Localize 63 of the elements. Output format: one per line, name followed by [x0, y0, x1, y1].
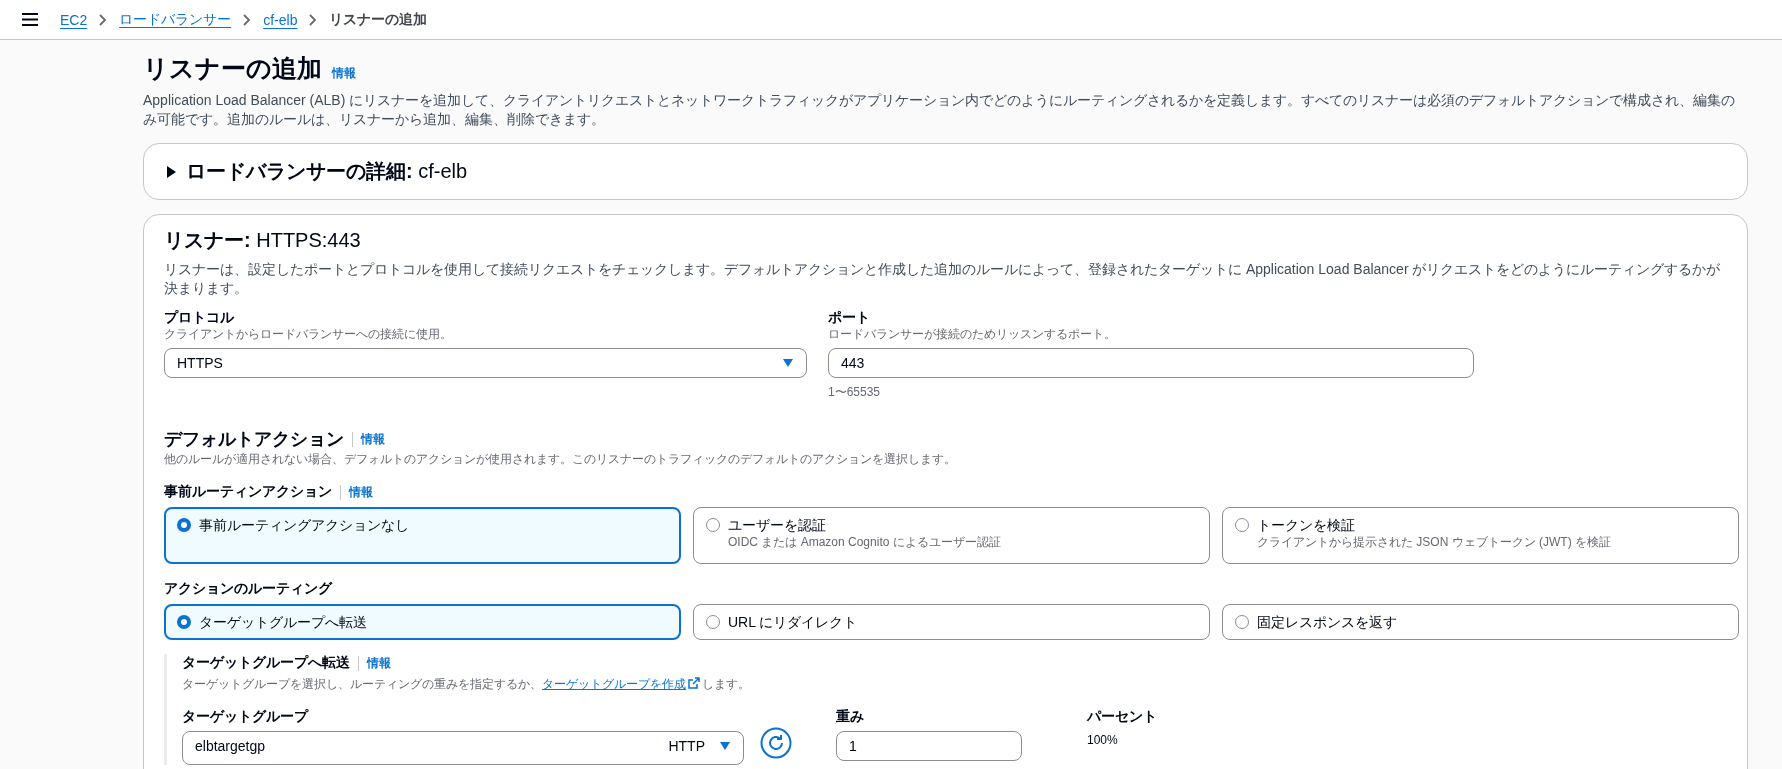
section-description: 他のルールが適用されない場合、デフォルトのアクションが使用されます。このリスナーのトラフィックのデフォルトのアクションを選択します。	[164, 451, 957, 467]
chevron-right-icon	[243, 13, 252, 26]
field-label: 事前ルーティンアクション	[164, 483, 332, 501]
radio-button[interactable]	[706, 518, 720, 532]
protocol-select[interactable]: HTTPS	[164, 348, 807, 378]
option-description: OIDC または Amazon Cognito によるユーザー認証	[728, 534, 1001, 550]
radio-button[interactable]	[1235, 518, 1249, 532]
create-target-group-link[interactable]: ターゲットグループを作成	[542, 677, 702, 691]
option-label: トークンを検証	[1257, 516, 1356, 534]
external-link-icon	[688, 677, 700, 689]
subsection-description: ターゲットグループを選択し、ルーティングの重みを指定するか、ターゲットグループを作成 します。	[182, 676, 751, 693]
listener-description: リスナーは、設定したポートとプロトコルを使用して接続リクエストをチェックします。デフォルトアクションと作成した追加のルールによって、登録されたターゲットに Application Load Balancer がリクエストをどのようにルーティングするかが決まります。	[164, 260, 1722, 298]
chevron-right-icon	[309, 13, 318, 26]
radio-button[interactable]	[177, 615, 191, 629]
details-heading: ロードバランサーの詳細: cf-elb	[186, 159, 468, 184]
weight-input[interactable]: 1	[836, 731, 1022, 761]
field-label: ポート	[828, 308, 871, 326]
breadcrumb-link[interactable]: EC2	[60, 11, 88, 28]
field-label: 重み	[836, 707, 865, 725]
listener-heading: リスナー: HTTPS:443	[164, 228, 362, 253]
radio-button[interactable]	[177, 518, 191, 532]
option-label: ユーザーを認証	[728, 516, 827, 534]
radio-option-card[interactable]: 事前ルーティングアクションなし	[164, 507, 681, 564]
chevron-right-icon	[99, 13, 108, 26]
refresh-icon[interactable]	[760, 727, 792, 759]
option-label: URL にリダイレクト	[728, 613, 858, 631]
caret-icon	[166, 165, 176, 178]
section-heading: デフォルトアクション	[164, 428, 344, 451]
page-description: Application Load Balancer (ALB) にリスナーを追加して、クライアントリクエストとネットワークトラフィックがアプリケーション内でどのようにルーティングされるかを定義します。すべてのリスナーは必須のデフォルトアクションで構成され、編集のみ可能です。追加のルールは、リスナーから追加、編集、削除できます。	[143, 91, 1737, 129]
info-link[interactable]: 情報	[349, 483, 373, 501]
radio-option-card[interactable]: ターゲットグループへ転送	[164, 604, 681, 640]
breadcrumb-link[interactable]: ロードバランサー	[119, 10, 232, 29]
breadcrumb-link[interactable]: cf-elb	[263, 11, 298, 28]
info-link[interactable]: 情報	[367, 654, 391, 672]
option-label: 固定レスポンスを返す	[1257, 613, 1397, 631]
option-description: クライアントから提示された JSON ウェブトークン (JWT) を検証	[1257, 534, 1611, 550]
field-label: プロトコル	[164, 308, 235, 326]
field-label: パーセント	[1087, 707, 1157, 725]
percent-value: 100%	[1087, 733, 1119, 747]
menu-icon[interactable]	[22, 13, 38, 26]
radio-option-card[interactable]: ユーザーを認証 OIDC または Amazon Cognito によるユーザー認証	[693, 507, 1210, 564]
field-label: アクションのルーティング	[164, 580, 332, 598]
field-description: ロードバランサーが接続のためリッスンするポート。	[828, 326, 1117, 342]
field-label: ターゲットグループ	[182, 707, 310, 725]
caret-icon	[782, 358, 794, 368]
info-link[interactable]: 情報	[332, 65, 356, 82]
radio-option-card[interactable]: URL にリダイレクト	[693, 604, 1210, 640]
radio-option-card[interactable]: 固定レスポンスを返す	[1222, 604, 1739, 640]
info-link[interactable]: 情報	[361, 430, 385, 448]
caret-icon	[719, 741, 731, 751]
load-balancer-details-panel[interactable]: ロードバランサーの詳細: cf-elb	[143, 143, 1748, 200]
page-title: リスナーの追加	[143, 53, 322, 84]
option-label: 事前ルーティングアクションなし	[199, 516, 409, 534]
target-group-select[interactable]: elbtargetgp HTTP	[182, 731, 744, 765]
radio-button[interactable]	[706, 615, 720, 629]
radio-button[interactable]	[1235, 615, 1249, 629]
breadcrumb-current: リスナーの追加	[329, 10, 428, 29]
field-description: クライアントからロードバランサーへの接続に使用。	[164, 326, 453, 342]
radio-option-card[interactable]: トークンを検証 クライアントから提示された JSON ウェブトークン (JWT) を検証	[1222, 507, 1739, 564]
port-input[interactable]: 443	[828, 348, 1474, 378]
subsection-heading: ターゲットグループへ転送	[182, 654, 350, 672]
constraint-text: 1〜65535	[828, 384, 882, 401]
option-label: ターゲットグループへ転送	[199, 613, 367, 631]
